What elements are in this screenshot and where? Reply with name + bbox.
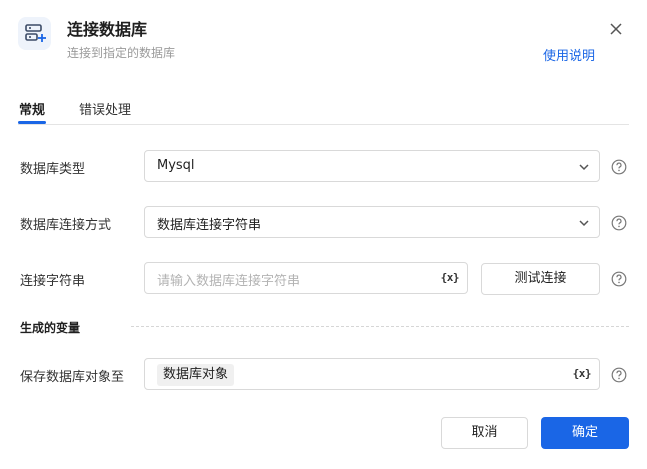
question-icon[interactable] (611, 271, 627, 287)
variable-tag[interactable]: 数据库对象 (157, 364, 235, 386)
usage-help-link[interactable]: 使用说明 (543, 45, 595, 64)
conn-string-input[interactable]: 请输入数据库连接字符串 {x} (144, 262, 468, 294)
confirm-button[interactable]: 确定 (541, 417, 629, 449)
conn-string-label: 连接字符串 (20, 274, 86, 289)
cancel-button[interactable]: 取消 (441, 417, 528, 449)
question-icon[interactable] (611, 367, 627, 383)
dialog-subtitle: 连接到指定的数据库 (67, 46, 176, 60)
conn-method-label: 数据库连接方式 (20, 218, 112, 233)
section-divider (131, 326, 629, 327)
db-type-select[interactable]: Mysql (144, 150, 600, 182)
conn-method-value: 数据库连接字符串 (157, 218, 262, 233)
db-type-label: 数据库类型 (20, 162, 86, 177)
conn-string-placeholder: 请输入数据库连接字符串 (157, 274, 301, 289)
tab-error-handling[interactable]: 错误处理 (79, 99, 131, 118)
question-icon[interactable] (611, 215, 627, 231)
chevron-down-icon (579, 220, 589, 227)
save-to-label: 保存数据库对象至 (20, 370, 125, 385)
close-icon[interactable] (607, 20, 625, 38)
question-icon[interactable] (611, 159, 627, 175)
conn-method-select[interactable]: 数据库连接字符串 (144, 206, 600, 238)
connect-database-dialog: 连接数据库 连接到指定的数据库 使用说明 常规 错误处理 数据库类型 Mysql… (0, 0, 647, 469)
tab-general[interactable]: 常规 (19, 99, 45, 118)
output-section-title: 生成的变量 (20, 321, 81, 335)
variable-icon[interactable]: {x} (441, 271, 460, 284)
variable-icon[interactable]: {x} (573, 367, 592, 380)
active-tab-indicator (18, 121, 46, 124)
test-connection-button[interactable]: 测试连接 (481, 263, 600, 295)
chevron-down-icon (579, 164, 589, 171)
dialog-title: 连接数据库 (67, 20, 148, 39)
db-type-value: Mysql (157, 158, 195, 173)
tab-bar: 常规 错误处理 (18, 98, 629, 125)
save-to-input[interactable]: 数据库对象 {x} (144, 358, 600, 390)
database-connect-icon (18, 17, 51, 50)
